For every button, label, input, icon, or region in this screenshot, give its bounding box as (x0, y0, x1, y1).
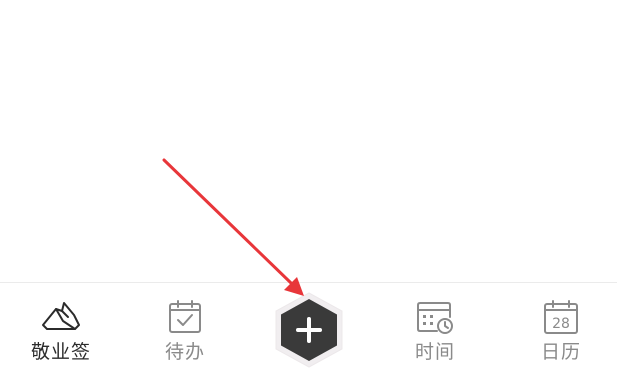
tab-time-label: 时间 (414, 341, 455, 363)
calendar-date-icon: 28 (541, 299, 581, 335)
add-button[interactable] (271, 291, 347, 369)
tab-time[interactable]: 时间 (380, 283, 490, 385)
tab-calendar-label: 日历 (540, 341, 581, 363)
tab-todo-label: 待办 (164, 341, 205, 363)
tab-home-label: 敬业签 (30, 341, 91, 363)
app-screen: 敬业签 待办 时间 28 日历 (0, 0, 617, 385)
calendar-check-icon (165, 299, 205, 335)
calendar-date-number: 28 (552, 316, 570, 332)
content-area (0, 0, 617, 282)
calendar-clock-icon (415, 299, 455, 335)
tab-todo[interactable]: 待办 (130, 283, 240, 385)
tab-home[interactable]: 敬业签 (6, 283, 116, 385)
tab-calendar[interactable]: 28 日历 (506, 283, 616, 385)
paper-stack-icon (41, 299, 81, 335)
